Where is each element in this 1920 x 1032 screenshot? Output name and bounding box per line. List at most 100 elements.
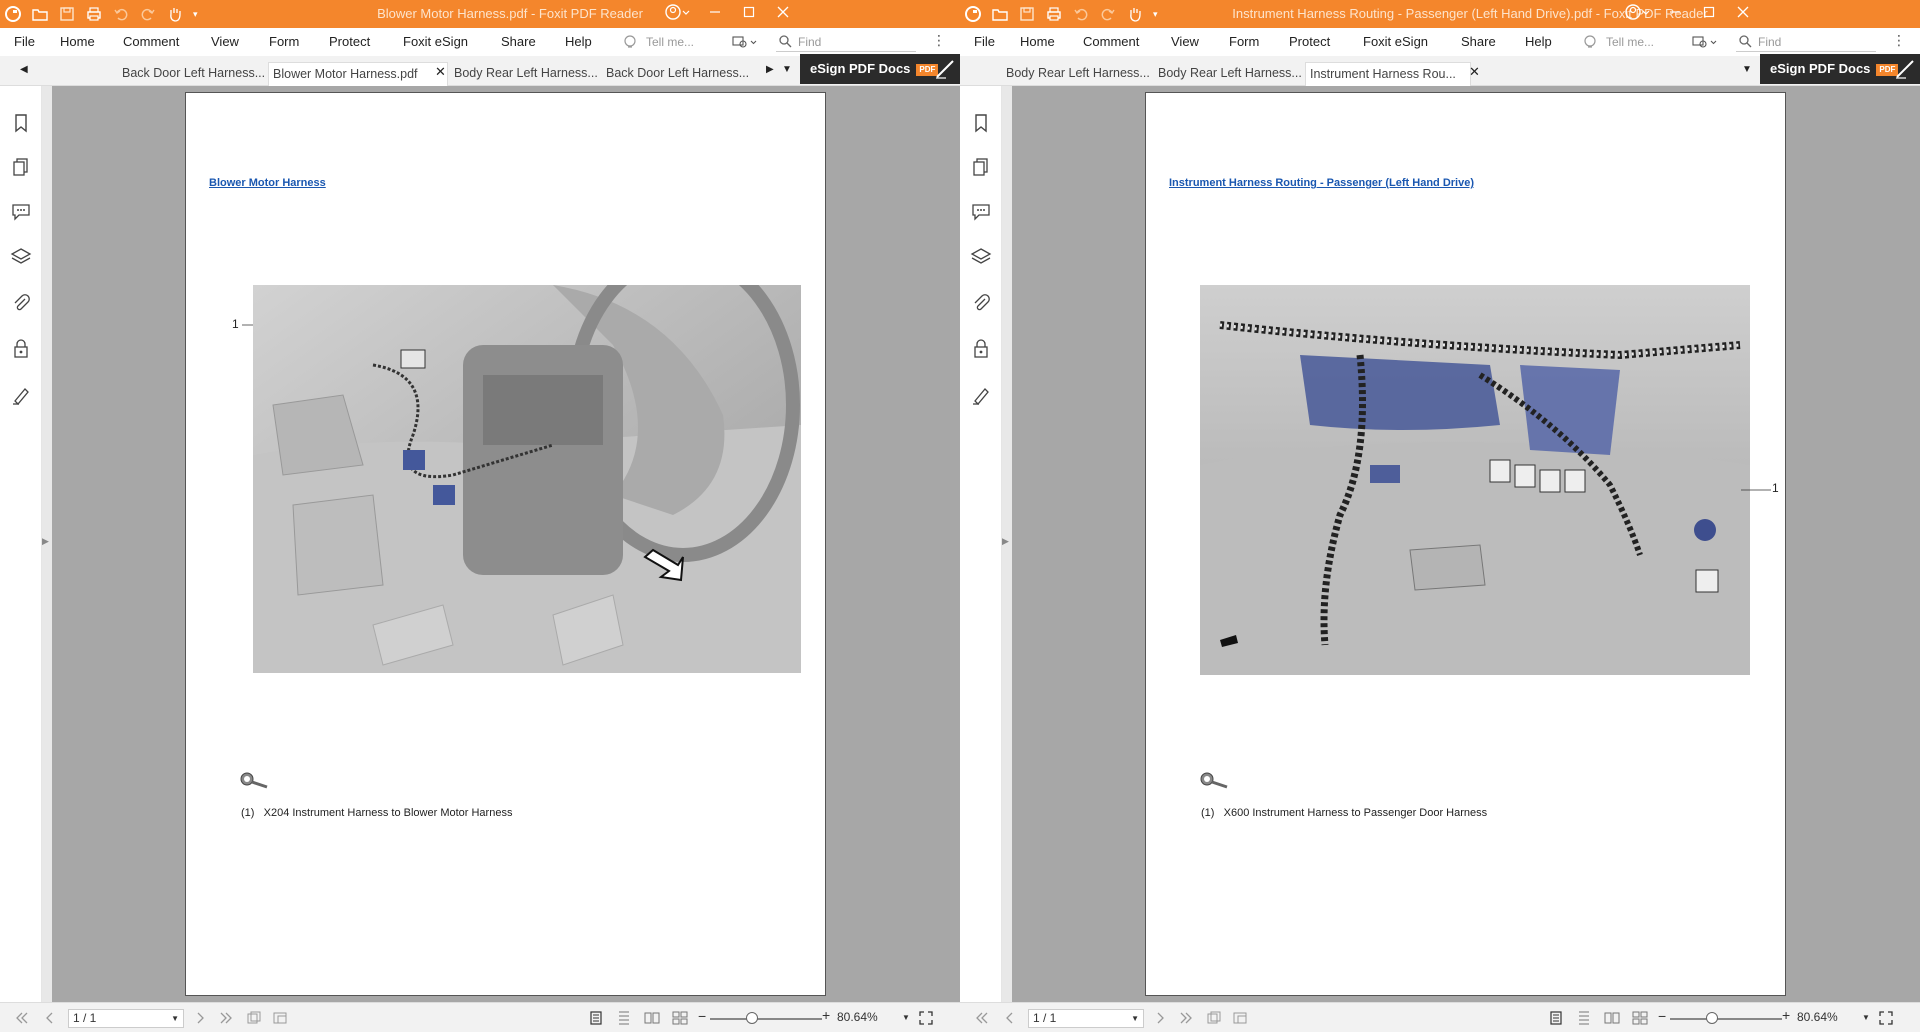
single-page-view-icon[interactable] bbox=[1548, 1010, 1564, 1026]
security-lock-icon[interactable] bbox=[970, 338, 992, 360]
open-file-icon[interactable] bbox=[31, 5, 49, 23]
find-input[interactable]: Find bbox=[1736, 32, 1876, 52]
layers-icon[interactable] bbox=[970, 246, 992, 268]
close-window-icon[interactable] bbox=[768, 5, 798, 23]
pages-icon[interactable] bbox=[970, 156, 992, 178]
bookmark-icon[interactable] bbox=[970, 112, 992, 134]
find-input[interactable]: Find bbox=[776, 32, 916, 52]
menu-form[interactable]: Form bbox=[1229, 28, 1259, 56]
open-file-icon[interactable] bbox=[991, 5, 1009, 23]
zoom-in-icon[interactable]: + bbox=[822, 1007, 830, 1023]
tab-body-rear-left-harness-2[interactable]: Body Rear Left Harness... bbox=[1154, 62, 1304, 86]
hand-tool-icon[interactable] bbox=[166, 5, 184, 23]
menu-comment[interactable]: Comment bbox=[1083, 28, 1139, 56]
search-options-icon[interactable] bbox=[1692, 34, 1718, 53]
menu-view[interactable]: View bbox=[1171, 28, 1199, 56]
menu-file[interactable]: File bbox=[14, 28, 35, 56]
zoom-slider-knob[interactable] bbox=[746, 1012, 758, 1024]
maximize-icon[interactable] bbox=[1694, 5, 1724, 23]
continuous-view-icon[interactable] bbox=[1576, 1010, 1592, 1026]
save-icon[interactable] bbox=[1018, 5, 1036, 23]
document-title-link[interactable]: Blower Motor Harness bbox=[209, 177, 326, 189]
first-page-icon[interactable] bbox=[974, 1010, 990, 1026]
menu-form[interactable]: Form bbox=[269, 28, 299, 56]
zoom-out-icon[interactable]: − bbox=[698, 1008, 706, 1024]
zoom-dropdown-icon[interactable]: ▼ bbox=[1862, 1013, 1870, 1022]
menu-home[interactable]: Home bbox=[60, 28, 95, 56]
menu-share[interactable]: Share bbox=[501, 28, 536, 56]
menu-home[interactable]: Home bbox=[1020, 28, 1055, 56]
minimize-icon[interactable] bbox=[700, 5, 730, 23]
page-dropdown-icon[interactable]: ▼ bbox=[171, 1010, 179, 1027]
menu-protect[interactable]: Protect bbox=[329, 28, 370, 56]
next-page-icon[interactable] bbox=[192, 1010, 208, 1026]
tab-list-icon[interactable]: ▼ bbox=[782, 64, 792, 75]
first-page-icon[interactable] bbox=[14, 1010, 30, 1026]
comments-icon[interactable] bbox=[970, 200, 992, 222]
undo-icon[interactable] bbox=[1072, 5, 1090, 23]
page-number-field[interactable]: 1 / 1 ▼ bbox=[1028, 1009, 1144, 1028]
fullscreen-icon[interactable] bbox=[1878, 1010, 1894, 1026]
bookmark-icon[interactable] bbox=[10, 112, 32, 134]
redo-icon[interactable] bbox=[139, 5, 157, 23]
menu-foxit-esign[interactable]: Foxit eSign bbox=[1363, 28, 1428, 56]
previous-page-icon[interactable] bbox=[42, 1010, 58, 1026]
undo-icon[interactable] bbox=[112, 5, 130, 23]
zoom-in-icon[interactable]: + bbox=[1782, 1007, 1790, 1023]
zoom-slider[interactable] bbox=[710, 1018, 822, 1020]
pages-icon[interactable] bbox=[10, 156, 32, 178]
zoom-slider[interactable] bbox=[1670, 1018, 1782, 1020]
menu-help[interactable]: Help bbox=[565, 28, 592, 56]
tab-close-icon[interactable]: ✕ bbox=[435, 64, 446, 80]
account-icon[interactable] bbox=[664, 3, 692, 26]
zoom-dropdown-icon[interactable]: ▼ bbox=[902, 1013, 910, 1022]
print-icon[interactable] bbox=[85, 5, 103, 23]
page-dropdown-icon[interactable]: ▼ bbox=[1131, 1010, 1139, 1027]
tab-back-door-left-harness-2[interactable]: Back Door Left Harness... bbox=[602, 62, 752, 86]
attachment-icon[interactable] bbox=[970, 292, 992, 314]
close-window-icon[interactable] bbox=[1728, 5, 1758, 23]
previous-page-icon[interactable] bbox=[1002, 1010, 1018, 1026]
continuous-facing-view-icon[interactable] bbox=[672, 1010, 688, 1026]
save-icon[interactable] bbox=[58, 5, 76, 23]
view-copy-icon[interactable] bbox=[1206, 1010, 1222, 1026]
document-canvas[interactable]: Blower Motor Harness 1 (1) X204 Instrume… bbox=[52, 86, 960, 1002]
page-number-field[interactable]: 1 / 1 ▼ bbox=[68, 1009, 184, 1028]
attachment-icon[interactable] bbox=[10, 292, 32, 314]
continuous-view-icon[interactable] bbox=[616, 1010, 632, 1026]
document-canvas[interactable]: Instrument Harness Routing - Passenger (… bbox=[1012, 86, 1920, 1002]
tab-scroll-right-icon[interactable]: ▶ bbox=[766, 64, 774, 75]
next-page-icon[interactable] bbox=[1152, 1010, 1168, 1026]
esign-pdf-docs-button[interactable]: eSign PDF Docs PDF bbox=[800, 54, 960, 84]
tab-close-icon[interactable]: ✕ bbox=[1469, 64, 1480, 80]
more-options-icon[interactable]: ⋮ bbox=[932, 32, 946, 49]
account-icon[interactable] bbox=[1624, 3, 1652, 26]
fullscreen-icon[interactable] bbox=[918, 1010, 934, 1026]
last-page-icon[interactable] bbox=[218, 1010, 234, 1026]
layers-icon[interactable] bbox=[10, 246, 32, 268]
zoom-level[interactable]: 80.64% bbox=[1797, 1010, 1838, 1024]
last-page-icon[interactable] bbox=[1178, 1010, 1194, 1026]
continuous-facing-view-icon[interactable] bbox=[1632, 1010, 1648, 1026]
menu-help[interactable]: Help bbox=[1525, 28, 1552, 56]
sidebar-collapse-handle[interactable]: ▶ bbox=[42, 86, 52, 1002]
print-icon[interactable] bbox=[1045, 5, 1063, 23]
comments-icon[interactable] bbox=[10, 200, 32, 222]
security-lock-icon[interactable] bbox=[10, 338, 32, 360]
menu-foxit-esign[interactable]: Foxit eSign bbox=[403, 28, 468, 56]
esign-pdf-docs-button[interactable]: eSign PDF Docs PDF bbox=[1760, 54, 1920, 84]
tell-me-box[interactable]: Tell me... bbox=[646, 32, 694, 52]
facing-view-icon[interactable] bbox=[644, 1010, 660, 1026]
tab-scroll-left-icon[interactable]: ◀ bbox=[20, 64, 28, 75]
tab-blower-motor-harness[interactable]: Blower Motor Harness.pdf bbox=[268, 62, 448, 86]
signature-panel-icon[interactable] bbox=[970, 384, 992, 406]
hand-tool-icon[interactable] bbox=[1126, 5, 1144, 23]
tell-me-box[interactable]: Tell me... bbox=[1606, 32, 1654, 52]
zoom-slider-knob[interactable] bbox=[1706, 1012, 1718, 1024]
menu-protect[interactable]: Protect bbox=[1289, 28, 1330, 56]
view-copy-icon[interactable] bbox=[246, 1010, 262, 1026]
maximize-icon[interactable] bbox=[734, 5, 764, 23]
minimize-icon[interactable] bbox=[1660, 5, 1690, 23]
search-options-icon[interactable] bbox=[732, 34, 758, 53]
more-options-icon[interactable]: ⋮ bbox=[1892, 32, 1906, 49]
